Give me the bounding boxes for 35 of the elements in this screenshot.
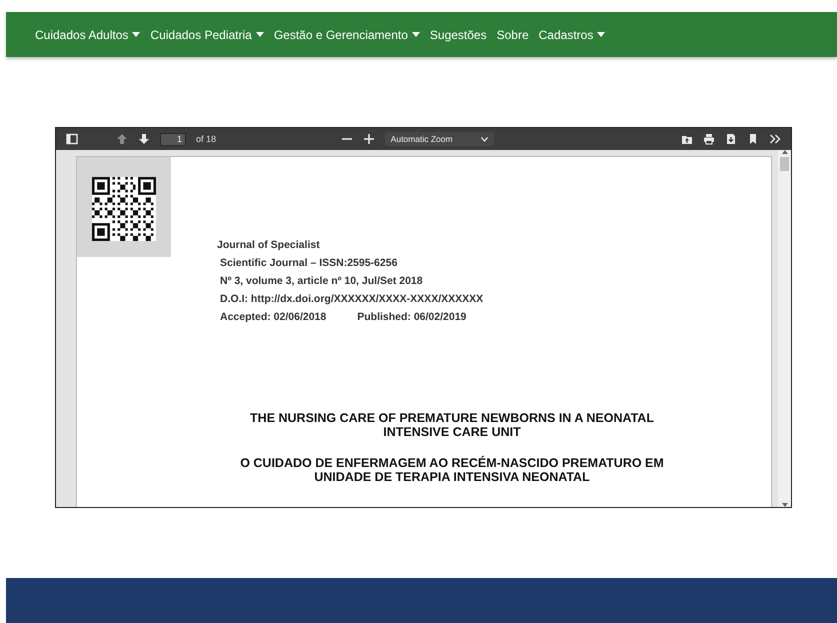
sidebar-toggle-icon[interactable] — [66, 133, 78, 145]
journal-info-line: Nº 3, volume 3, article nº 10, Jul/Set 2018 — [220, 275, 424, 287]
nav-link[interactable]: Sugestões — [424, 28, 492, 42]
zoom-in-icon[interactable] — [362, 133, 375, 145]
nav-dropdown[interactable]: Cuidados Pediatria — [145, 28, 269, 42]
down-arrow-icon[interactable] — [138, 133, 150, 145]
caret-icon — [597, 32, 606, 37]
more-tools-icon[interactable] — [769, 133, 781, 145]
journal-info-line: D.O.I: http://dx.doi.org/XXXXXX/XXXX-XXXX/XXXXXX — [220, 293, 484, 305]
qr-code-icon — [92, 177, 156, 241]
article-title: THE NURSING CARE OF PREMATURE NEWBORNS IN A NEONATAL INTENSIVE CARE UNIT — [249, 411, 655, 439]
journal-info-line: Scientific Journal – ISSN:2595-6256 — [220, 257, 398, 269]
scrollbar-thumb[interactable] — [780, 157, 789, 171]
up-arrow-icon[interactable] — [116, 133, 128, 145]
caret-icon — [132, 32, 140, 37]
bookmark-icon[interactable] — [747, 133, 759, 145]
nav-dropdown[interactable]: Cadastros — [534, 28, 610, 42]
published-date: Published: 06/02/2019 — [357, 311, 466, 323]
journal-info-line: Journal of Specialist — [217, 239, 321, 251]
nav-link[interactable]: Sobre — [492, 28, 534, 42]
article-title: O CUIDADO DE ENFERMAGEM AO RECÉM-NASCIDO PREMATURO EM UNIDADE DE TERAPIA INTENSIVA NEONATAL — [239, 456, 665, 484]
print-icon[interactable] — [703, 133, 715, 145]
download-icon[interactable] — [725, 133, 737, 145]
accepted-date: Accepted: 02/06/2018 — [220, 311, 326, 323]
page-number-field[interactable]: 1 — [160, 132, 186, 146]
page-count: of 18 — [196, 134, 216, 144]
caret-icon — [256, 32, 264, 37]
nav-dropdown[interactable]: Gestão e Gerenciamento — [268, 28, 425, 42]
caret-icon — [412, 32, 420, 37]
scrollbar[interactable] — [778, 150, 791, 507]
scroll-down-icon[interactable] — [782, 503, 788, 507]
nav-dropdown[interactable]: Cuidados Adultos — [30, 28, 146, 42]
zoom-select[interactable]: Automatic Zoom — [384, 132, 494, 146]
open-file-icon[interactable] — [681, 133, 693, 145]
chevron-down-icon — [480, 136, 488, 142]
